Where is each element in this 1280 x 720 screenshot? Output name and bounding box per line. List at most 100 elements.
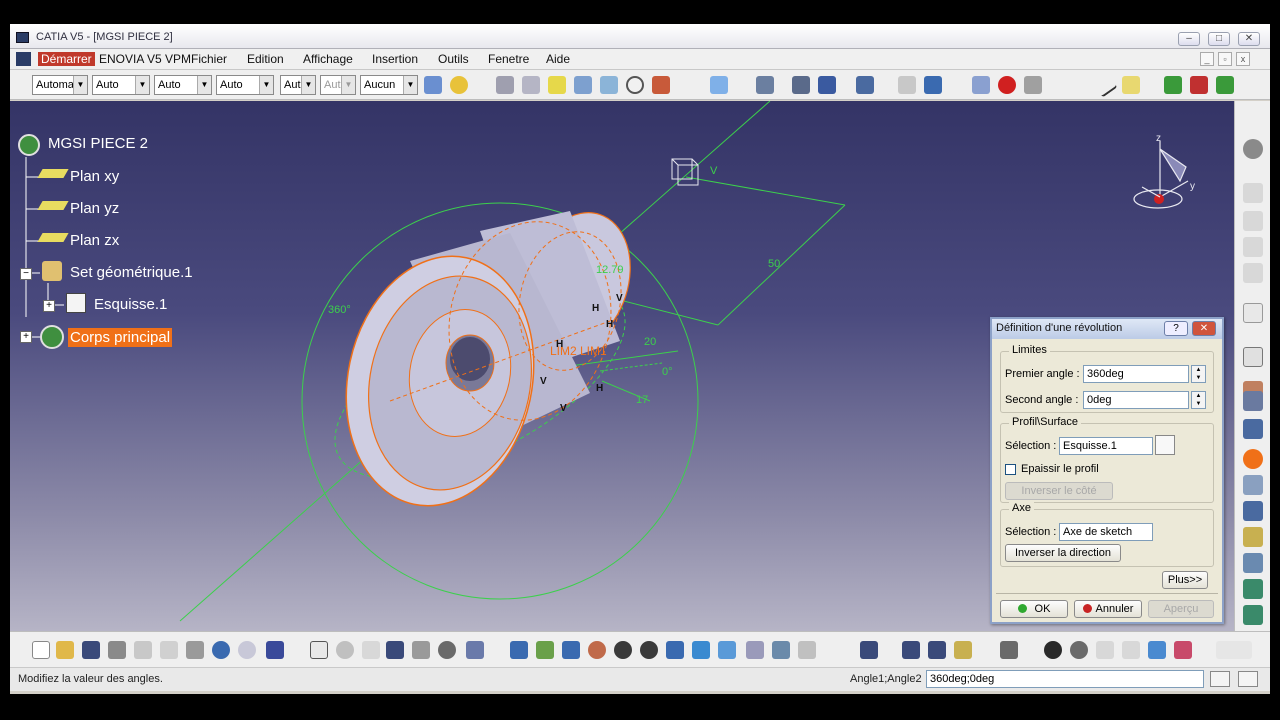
new-file-icon[interactable] xyxy=(32,641,50,659)
fit-all-icon[interactable] xyxy=(856,76,874,94)
grid-units-icon[interactable] xyxy=(1122,641,1140,659)
plane-icon[interactable] xyxy=(37,233,69,242)
copy-icon[interactable] xyxy=(160,641,178,659)
menu-fichier[interactable]: Fichier xyxy=(191,52,227,66)
print-icon[interactable] xyxy=(108,641,126,659)
tree-plan-zx[interactable]: Plan zx xyxy=(70,232,119,249)
select-arrow-icon[interactable] xyxy=(1243,303,1263,323)
cut-icon[interactable] xyxy=(1243,237,1263,257)
exit-sketch-icon[interactable] xyxy=(1243,211,1263,231)
tree-set-geometrique[interactable]: Set géométrique.1 xyxy=(70,264,193,281)
zoom-out-icon[interactable] xyxy=(640,641,658,659)
pencil-icon[interactable] xyxy=(1024,76,1042,94)
callout-icon[interactable] xyxy=(998,76,1016,94)
minimize-button[interactable]: – xyxy=(1178,32,1200,46)
tree-plan-yz[interactable]: Plan yz xyxy=(70,200,119,217)
sketch-icon[interactable] xyxy=(66,293,86,313)
maximize-button[interactable]: □ xyxy=(1208,32,1230,46)
collapse-icon[interactable]: − xyxy=(20,268,32,280)
fillet-icon[interactable] xyxy=(1243,553,1263,573)
tree-corps-principal[interactable]: Corps principal xyxy=(68,328,173,347)
iso-view-icon[interactable] xyxy=(718,641,736,659)
ok-button[interactable]: OK xyxy=(1000,600,1068,618)
style-combo-7[interactable]: Aucun ▼ xyxy=(360,75,418,95)
style-combo-6[interactable]: Aut ▼ xyxy=(320,75,356,95)
style-combo-4[interactable]: Auto ▼ xyxy=(216,75,274,95)
paint-brush-icon[interactable] xyxy=(424,76,442,94)
style-combo-1[interactable]: Automa ▼ xyxy=(32,75,88,95)
menu-insertion[interactable]: Insertion xyxy=(372,52,418,66)
open-folder-icon[interactable] xyxy=(56,641,74,659)
hole-icon[interactable] xyxy=(1243,475,1263,495)
help-button[interactable]: ? xyxy=(1164,321,1188,336)
plane-icon[interactable] xyxy=(1122,76,1140,94)
expand-icon[interactable]: + xyxy=(43,300,55,312)
ruler-icon[interactable] xyxy=(898,76,916,94)
isometric-view-icon[interactable] xyxy=(496,76,514,94)
style-combo-5[interactable]: Aut ▼ xyxy=(280,75,316,95)
axis-system-icon[interactable] xyxy=(1096,641,1114,659)
doc-minimize-button[interactable]: _ xyxy=(1200,52,1214,66)
help-icon[interactable] xyxy=(266,641,284,659)
reverse-direction-button[interactable]: Inverser la direction xyxy=(1005,544,1121,562)
normal-view-icon[interactable] xyxy=(666,641,684,659)
fly-mode-icon[interactable] xyxy=(510,641,528,659)
tree-root-label[interactable]: MGSI PIECE 2 xyxy=(48,135,148,152)
grid-view-icon[interactable] xyxy=(600,76,618,94)
catalog-icon[interactable] xyxy=(1164,76,1182,94)
tool-icon[interactable] xyxy=(438,641,456,659)
layers-icon[interactable] xyxy=(710,76,728,94)
gear-red-icon[interactable] xyxy=(1190,76,1208,94)
thicken-checkbox[interactable] xyxy=(1005,464,1016,475)
rib-icon[interactable] xyxy=(1243,501,1263,521)
tree-esquisse[interactable]: Esquisse.1 xyxy=(94,296,167,313)
gear-green-icon[interactable] xyxy=(1216,76,1234,94)
reverse-side-button[interactable]: Inverser le côté xyxy=(1005,482,1113,500)
menu-aide[interactable]: Aide xyxy=(546,52,570,66)
apply-material-icon[interactable] xyxy=(954,641,972,659)
constraint-icon[interactable] xyxy=(1174,641,1192,659)
doc-restore-button[interactable]: ▫ xyxy=(1218,52,1232,66)
draft-icon[interactable] xyxy=(1243,605,1263,625)
menu-affichage[interactable]: Affichage xyxy=(303,52,353,66)
hide-show-icon[interactable] xyxy=(772,641,790,659)
publication-icon[interactable] xyxy=(466,641,484,659)
front-view-icon[interactable] xyxy=(522,76,540,94)
macro-icon[interactable] xyxy=(412,641,430,659)
swap-visible-icon[interactable] xyxy=(798,641,816,659)
menu-enovia[interactable]: ENOVIA V5 VPM xyxy=(99,52,191,66)
undo-icon[interactable] xyxy=(212,641,230,659)
sparkle-icon[interactable] xyxy=(450,76,468,94)
wireframe-icon[interactable] xyxy=(574,76,592,94)
chamfer-icon[interactable] xyxy=(1243,579,1263,599)
axis-selection-input[interactable]: Axe de sketch xyxy=(1059,523,1153,541)
dots-grid-icon[interactable] xyxy=(818,76,836,94)
knowledge-icon[interactable] xyxy=(336,641,354,659)
multi-view-icon[interactable] xyxy=(692,641,710,659)
sketch-edit-icon[interactable] xyxy=(1155,435,1175,455)
style-combo-2[interactable]: Auto ▼ xyxy=(92,75,150,95)
angle-input[interactable]: 360deg;0deg xyxy=(926,670,1204,688)
toggle-panel-icon[interactable] xyxy=(1210,671,1230,687)
update-icon[interactable] xyxy=(1044,641,1062,659)
menu-fenetre[interactable]: Fenetre xyxy=(488,52,529,66)
sketch-tool-icon[interactable] xyxy=(1243,347,1263,367)
geometric-set-icon[interactable] xyxy=(42,261,62,281)
cut-icon[interactable] xyxy=(134,641,152,659)
shading-icon[interactable] xyxy=(548,76,566,94)
dialog-close-button[interactable]: ✕ xyxy=(1192,321,1216,336)
measure-between-icon[interactable] xyxy=(902,641,920,659)
window-icon[interactable] xyxy=(924,76,942,94)
second-angle-input[interactable]: 0deg xyxy=(1083,391,1189,409)
plane-icon[interactable] xyxy=(37,169,69,178)
camera-icon[interactable] xyxy=(1000,641,1018,659)
second-angle-spinner[interactable]: ▲ ▼ xyxy=(1191,391,1206,409)
profile-icon[interactable] xyxy=(1243,263,1263,283)
line-icon[interactable] xyxy=(1092,72,1118,98)
gear-icon[interactable] xyxy=(1243,139,1263,159)
slot-icon[interactable] xyxy=(1243,527,1263,547)
body-gear-icon[interactable] xyxy=(40,325,64,349)
menu-outils[interactable]: Outils xyxy=(438,52,469,66)
paste-icon[interactable] xyxy=(186,641,204,659)
save-icon[interactable] xyxy=(82,641,100,659)
